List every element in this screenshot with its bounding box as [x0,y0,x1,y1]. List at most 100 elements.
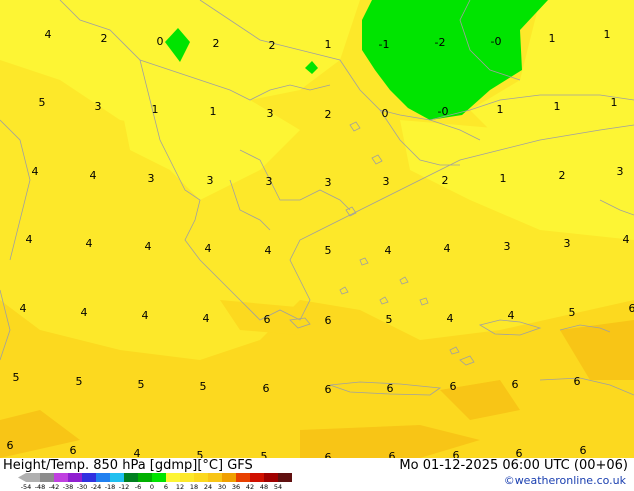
temperature-value: 4 [623,233,630,246]
temperature-value: 3 [504,240,511,253]
colorbar-cells [18,473,292,482]
colorbar-cell [152,473,166,482]
temperature-value: 0 [382,107,389,120]
colorbar-cell [278,473,292,482]
temperature-value: 6 [325,451,332,458]
temperature-value: 3 [207,174,214,187]
colorbar-cell [236,473,250,482]
temperature-value: 6 [7,439,14,452]
temperature-value: 6 [450,380,457,393]
temperature-value: 2 [559,169,566,182]
temperature-value: 6 [264,313,271,326]
temperature-value: 4 [81,306,88,319]
temperature-value: -0 [491,35,502,48]
temperature-value: 2 [325,108,332,121]
temperature-value: -1 [379,38,390,51]
temperature-value: 4 [134,447,141,458]
temperature-value: 5 [386,313,393,326]
temperature-value: 2 [213,37,220,50]
colorbar-cell [138,473,152,482]
temperature-value: 2 [442,174,449,187]
temperature-value: 1 [549,32,556,45]
temperature-value: 5 [39,96,46,109]
temperature-value: 4 [385,244,392,257]
temperature-value: 6 [70,444,77,457]
colorbar-cell [250,473,264,482]
colorbar-arrow-left [18,473,26,482]
temperature-value: 4 [447,312,454,325]
temperature-value: 6 [387,382,394,395]
temperature-value: 4 [32,165,39,178]
temperature-value: 6 [512,378,519,391]
temperature-value: 4 [508,309,515,322]
credit-text: ©weatheronline.co.uk [504,474,626,487]
temperature-value: 2 [269,39,276,52]
colorbar-cell [180,473,194,482]
temperature-value: 4 [86,237,93,250]
weather-map: 420221-1-2-0115311320-011144333332123444… [0,0,634,458]
credit-link[interactable]: ©weatheronline.co.uk [504,474,626,487]
temperature-value: 4 [20,302,27,315]
temperature-value: 3 [564,237,571,250]
temperature-value: 6 [325,383,332,396]
colorbar-cell [124,473,138,482]
temperature-value: 6 [516,447,523,458]
colorbar-cell [222,473,236,482]
temperature-value: 6 [325,314,332,327]
temperature-value: 5 [261,450,268,458]
colorbar-cell [110,473,124,482]
temperature-value: 3 [148,172,155,185]
temperature-value: 6 [263,382,270,395]
temperature-value: 3 [617,165,624,178]
temperature-value: 4 [205,242,212,255]
temperature-value: 5 [325,244,332,257]
temperature-value: 1 [500,172,507,185]
temperature-value: 1 [497,103,504,116]
temperature-value: 1 [152,103,159,116]
temperature-value: 3 [325,176,332,189]
colorbar-cell [54,473,68,482]
forecast-datetime: Mo 01-12-2025 06:00 UTC (00+06) [399,458,628,473]
temperature-value: -0 [438,105,449,118]
colorbar-cell [264,473,278,482]
temperature-value: 3 [266,175,273,188]
temperature-value: 5 [569,306,576,319]
temperature-value: 5 [138,378,145,391]
temperature-value: 4 [145,240,152,253]
temperature-value: 5 [197,449,204,458]
colorbar-cell [194,473,208,482]
temperature-value: 3 [95,100,102,113]
colorbar-cell [166,473,180,482]
temperature-value: 4 [26,233,33,246]
temperature-value: 5 [200,380,207,393]
temperature-colorbar [18,472,292,483]
temperature-value: 5 [13,371,20,384]
temperature-value: 4 [444,242,451,255]
temperature-value: 1 [554,100,561,113]
temperature-value: 0 [157,35,164,48]
temperature-value: -2 [435,36,446,49]
temperature-value: 4 [45,28,52,41]
colorbar-cell [68,473,82,482]
map-title: Height/Temp. 850 hPa [gdmp][°C] GFS [3,458,253,473]
temperature-value: 2 [101,32,108,45]
map-footer: Height/Temp. 850 hPa [gdmp][°C] GFS Mo 0… [0,458,634,490]
colorbar-cell [26,473,40,482]
temperature-value: 1 [604,28,611,41]
temperature-value: 6 [580,444,587,457]
temperature-value: 6 [574,375,581,388]
temperature-value: 4 [142,309,149,322]
map-canvas: 420221-1-2-0115311320-011144333332123444… [0,0,634,458]
temperature-value: 4 [265,244,272,257]
temperature-value: 5 [76,375,83,388]
temperature-value: 3 [383,175,390,188]
temperature-value: 3 [267,107,274,120]
temperature-value: 1 [210,105,217,118]
temperature-value: 6 [389,450,396,458]
temperature-value: 4 [203,312,210,325]
temperature-value: 4 [90,169,97,182]
temperature-value: 6 [629,302,634,315]
colorbar-cell [96,473,110,482]
temperature-value: 1 [325,38,332,51]
colorbar-cell [40,473,54,482]
